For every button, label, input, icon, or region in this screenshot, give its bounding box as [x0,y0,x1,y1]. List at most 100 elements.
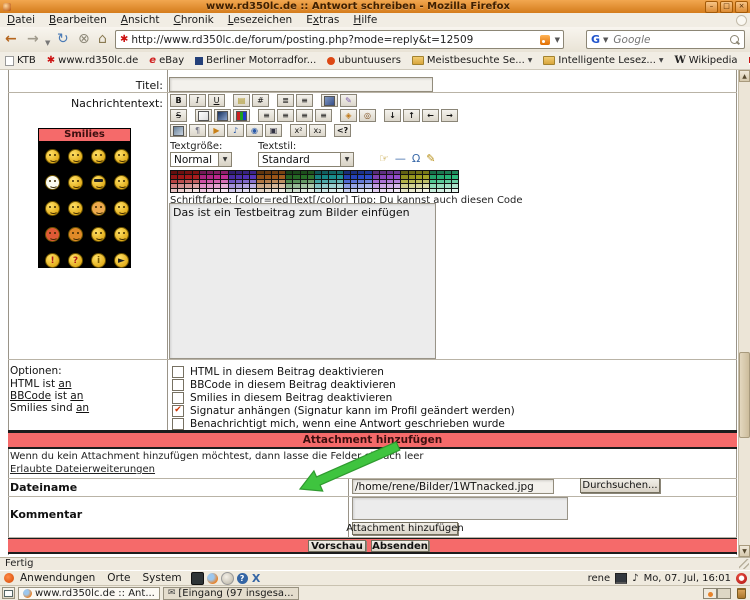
palette-color[interactable] [409,171,415,174]
menu-bearbeiten[interactable]: Bearbeiten [42,14,114,26]
palette-color[interactable] [272,184,278,187]
smiley-razz[interactable] [114,175,129,190]
palette-color[interactable] [207,184,213,187]
palette-color[interactable] [171,189,177,192]
palette-color[interactable] [394,175,400,178]
palette-color[interactable] [279,175,285,178]
search-engine-dropdown[interactable]: ▼ [600,36,611,44]
checkbox-unchecked[interactable] [172,392,184,404]
palette-color[interactable] [257,184,263,187]
palette-color[interactable] [423,175,429,178]
scroll-up-icon[interactable]: ▲ [739,70,750,82]
title-field[interactable] [169,77,433,92]
palette-color[interactable] [229,175,235,178]
palette-color[interactable] [171,171,177,174]
magnify-button[interactable]: ◎ [359,109,376,122]
palette-color[interactable] [430,189,436,192]
palette-color[interactable] [423,180,429,183]
bookmark-item[interactable]: Meistbesuchte Se...▼ [412,55,533,66]
sup-button[interactable]: x² [290,124,307,137]
palette-color[interactable] [322,180,328,183]
justify-button[interactable]: ≡ [315,109,332,122]
palette-color[interactable] [358,175,364,178]
palette-color[interactable] [401,180,407,183]
option-link[interactable]: BBCode [10,390,51,402]
palette-color[interactable] [437,171,443,174]
palette-color[interactable] [221,189,227,192]
chevron-down-icon[interactable]: ▼ [218,153,231,166]
menu-datei[interactable]: Datei [0,14,42,26]
bookmark-item[interactable]: Berliner Motorradfor... [195,55,316,66]
palette-color[interactable] [373,180,379,183]
palette-color[interactable] [178,171,184,174]
palette-color[interactable] [409,180,415,183]
palette-color[interactable] [193,180,199,183]
palette-color[interactable] [315,171,321,174]
palette-color[interactable] [229,171,235,174]
menu-ansicht[interactable]: Ansicht [114,14,167,26]
palette-color[interactable] [409,175,415,178]
palette-color[interactable] [236,189,242,192]
omega-icon[interactable]: Ω [412,152,420,165]
palette-color[interactable] [301,180,307,183]
palette-color[interactable] [358,189,364,192]
palette-color[interactable] [344,171,350,174]
palette-color[interactable] [214,171,220,174]
smiley-question[interactable]: ? [68,253,83,268]
palette-color[interactable] [329,180,335,183]
back-button[interactable]: ← [5,29,17,49]
fontsize-select[interactable]: Normal ▼ [170,152,232,167]
palette-color[interactable] [243,184,249,187]
bookmark-item[interactable]: WWikipedia [675,55,738,66]
bookmark-item[interactable]: eeBay [149,55,184,66]
palette-color[interactable] [315,189,321,192]
play-button[interactable]: ▶ [208,124,225,137]
palette-color[interactable] [207,189,213,192]
palette-color[interactable] [308,171,314,174]
panel-menu-orte[interactable]: Orte [101,572,136,584]
eye-button[interactable]: ◉ [246,124,263,137]
palette-color[interactable] [265,189,271,192]
palette-color[interactable] [207,175,213,178]
palette-color[interactable] [416,184,422,187]
palette-color[interactable] [185,180,191,183]
palette-color[interactable] [329,184,335,187]
palette-color[interactable] [236,184,242,187]
palette-color[interactable] [337,184,343,187]
palette-color[interactable] [380,171,386,174]
palette-color[interactable] [221,175,227,178]
palette-color[interactable] [394,184,400,187]
palette-color[interactable] [344,180,350,183]
palette-color[interactable] [171,180,177,183]
palette-color[interactable] [337,189,343,192]
checkbox-checked[interactable]: ✔ [172,405,184,417]
palette-color[interactable] [243,180,249,183]
search-input[interactable] [611,33,730,47]
workspace-1[interactable] [703,588,717,599]
palette-color[interactable] [265,184,271,187]
palette-color[interactable] [445,171,451,174]
palette-color[interactable] [200,180,206,183]
palette-color[interactable] [365,175,371,178]
palette-color[interactable] [387,171,393,174]
underline-button[interactable]: U [208,94,225,107]
search-box[interactable]: G ▼ [586,30,745,49]
palette-color[interactable] [286,189,292,192]
palette-color[interactable] [178,184,184,187]
palette-color[interactable] [351,189,357,192]
palette-color[interactable] [437,184,443,187]
chevron-down-icon[interactable]: ▼ [340,153,353,166]
palette-color[interactable] [178,175,184,178]
palette-color[interactable] [293,175,299,178]
palette-color[interactable] [279,180,285,183]
nav-history-dropdown[interactable]: ▼ [45,33,50,53]
palette-color[interactable] [279,184,285,187]
palette-color[interactable] [373,189,379,192]
smiley-twisted[interactable] [68,227,83,242]
palette-color[interactable] [358,184,364,187]
palette-color[interactable] [437,175,443,178]
palette-color[interactable] [416,171,422,174]
palette-color[interactable] [207,180,213,183]
forward-button[interactable]: → [27,29,39,49]
palette-color[interactable] [265,180,271,183]
